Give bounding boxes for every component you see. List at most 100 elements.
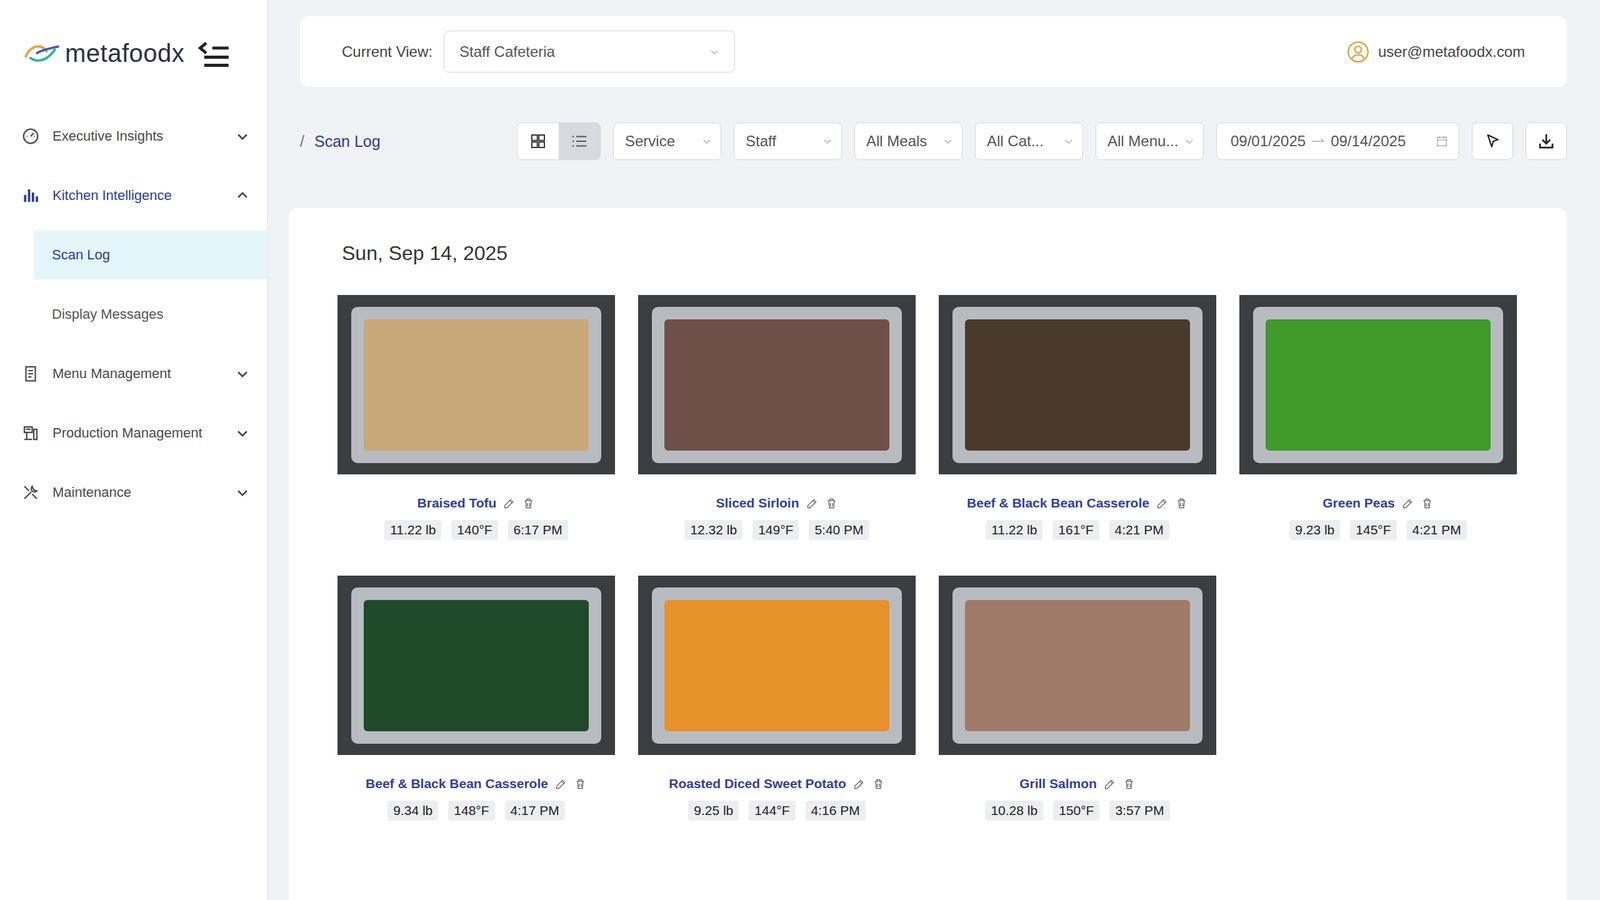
temperature-chip: 149°F bbox=[752, 520, 799, 540]
food bbox=[965, 319, 1190, 451]
trash-icon[interactable] bbox=[1175, 496, 1189, 510]
sidebar-item[interactable]: Kitchen Intelligence bbox=[0, 165, 267, 225]
sidebar-subitem[interactable]: Display Messages bbox=[33, 290, 267, 339]
gauge-icon bbox=[21, 126, 40, 146]
breadcrumb: / Scan Log bbox=[300, 132, 381, 151]
edit-icon[interactable] bbox=[1401, 496, 1415, 510]
scan-name[interactable]: Green Peas bbox=[1322, 495, 1395, 511]
edit-icon[interactable] bbox=[852, 777, 866, 791]
view-select[interactable]: Staff Cafeteria bbox=[443, 30, 735, 73]
scan-card[interactable]: Beef & Black Bean Casserole11.22 lb161°F… bbox=[938, 295, 1217, 540]
sidebar-item[interactable]: Production Management bbox=[0, 403, 267, 463]
weight-chip: 11.22 lb bbox=[384, 520, 442, 540]
main: Current View: Staff Cafeteria user@metafoo… bbox=[267, 0, 1600, 900]
scan-log-panel: Sun, Sep 14, 2025 Braised Tofu 11.22 lb 140… bbox=[288, 208, 1567, 900]
food bbox=[1265, 319, 1491, 451]
scan-name[interactable]: Roasted Diced Sweet Potato bbox=[668, 776, 847, 792]
edit-icon[interactable] bbox=[805, 496, 819, 510]
filter-select[interactable]: Service bbox=[613, 122, 722, 160]
app: metafoodxExecutive InsightsKitchen Intel… bbox=[0, 0, 1600, 900]
view-label: Current View: bbox=[341, 43, 433, 61]
scan-name[interactable]: Sliced Sirloin bbox=[715, 495, 799, 511]
scan-name[interactable]: Grill Salmon bbox=[1019, 776, 1097, 792]
sidebar-subitem[interactable]: Scan Log bbox=[33, 230, 267, 280]
scan-card[interactable]: Sliced Sirloin 12.32 lb 149°F 5:40 PM bbox=[638, 295, 916, 540]
scan-metrics: 9.34 lb148°F4:17 PM bbox=[387, 800, 565, 821]
trash-icon[interactable] bbox=[1122, 777, 1136, 791]
sidebar-subitem-label: Display Messages bbox=[51, 306, 164, 323]
scan-photo bbox=[638, 575, 916, 755]
trash-icon[interactable] bbox=[521, 496, 535, 510]
tray bbox=[651, 587, 902, 744]
temperature-chip: 140°F bbox=[451, 520, 498, 540]
scan-card[interactable]: Roasted Diced Sweet Potato9.25 lb144°F4:… bbox=[638, 575, 916, 821]
view-select-value: Staff Cafeteria bbox=[459, 43, 555, 61]
filter-select[interactable]: Staff bbox=[733, 122, 842, 160]
trash-icon[interactable] bbox=[871, 777, 885, 791]
grid-view-button[interactable] bbox=[517, 123, 559, 160]
time-chip: 4:21 PM bbox=[1109, 520, 1170, 540]
sidebar-item[interactable]: Maintenance bbox=[0, 462, 267, 522]
chevron-icon bbox=[1184, 136, 1195, 147]
date-heading: Sun, Sep 14, 2025 bbox=[341, 239, 1567, 267]
chevron-icon bbox=[235, 188, 250, 203]
scan-title-row: Roasted Diced Sweet Potato bbox=[668, 773, 885, 794]
filter-value: Service bbox=[625, 132, 675, 150]
user-email: user@metafoodx.com bbox=[1378, 43, 1525, 61]
scan-name[interactable]: Braised Tofu bbox=[417, 495, 497, 511]
list-icon bbox=[570, 131, 589, 151]
scan-metrics: 10.28 lb150°F3:57 PM bbox=[985, 800, 1170, 821]
logo-icon bbox=[22, 40, 62, 67]
scan-title-row: Green Peas bbox=[1322, 493, 1434, 514]
menu-book-icon bbox=[21, 364, 40, 384]
trash-icon[interactable] bbox=[1420, 496, 1434, 510]
sidebar-item-label: Maintenance bbox=[52, 484, 236, 501]
scan-title-row: Braised Tofu bbox=[417, 493, 536, 514]
brand: metafoodx bbox=[0, 0, 267, 107]
sidebar-subitem-row: Display Messages bbox=[0, 284, 267, 344]
sidebar-item-label: Menu Management bbox=[52, 365, 236, 382]
select-tool-button[interactable] bbox=[1471, 122, 1514, 160]
sidebar: metafoodxExecutive InsightsKitchen Intel… bbox=[0, 0, 268, 900]
collapse-icon[interactable] bbox=[198, 38, 231, 68]
chevron-icon bbox=[235, 426, 250, 440]
scan-card[interactable]: Beef & Black Bean Casserole 9.34 lb148°F4… bbox=[337, 575, 615, 821]
list-view-button[interactable] bbox=[558, 123, 600, 160]
trash-icon[interactable] bbox=[825, 496, 839, 510]
sidebar-item[interactable]: Executive Insights bbox=[0, 106, 267, 166]
scan-title-row: Sliced Sirloin bbox=[715, 493, 838, 514]
scan-name[interactable]: Beef & Black Bean Casserole bbox=[365, 776, 549, 792]
scan-name[interactable]: Beef & Black Bean Casserole bbox=[966, 495, 1150, 511]
filter-select[interactable]: All Cat... bbox=[975, 122, 1084, 160]
download-button[interactable] bbox=[1525, 122, 1567, 160]
chevron-icon bbox=[822, 136, 833, 147]
time-chip: 5:40 PM bbox=[808, 520, 869, 540]
edit-icon[interactable] bbox=[1103, 777, 1117, 791]
calendar-icon bbox=[1435, 134, 1449, 149]
edit-icon[interactable] bbox=[1155, 496, 1169, 510]
date-range-picker[interactable]: 09/01/202509/14/2025 bbox=[1216, 122, 1460, 160]
weight-chip: 9.25 lb bbox=[688, 800, 739, 821]
user-menu[interactable]: user@metafoodx.com bbox=[1346, 40, 1525, 64]
filter-select[interactable]: All Meals bbox=[854, 122, 963, 160]
view-toggle bbox=[516, 122, 601, 160]
scan-card[interactable]: Braised Tofu11.22 lb140°F6:17 PM bbox=[337, 295, 615, 540]
filter-value: All Menu... bbox=[1107, 132, 1179, 150]
filter-select[interactable]: All Menu... bbox=[1095, 122, 1204, 160]
chevron-icon bbox=[235, 366, 250, 381]
sidebar-menu: Executive InsightsKitchen IntelligenceSc… bbox=[0, 106, 267, 522]
time-chip: 4:21 PM bbox=[1406, 520, 1467, 540]
scan-metrics: 9.23 lb145°F4:21 PM bbox=[1289, 520, 1467, 540]
weight-chip: 12.32 lb bbox=[684, 520, 743, 540]
scan-card[interactable]: Grill Salmon 10.28 lb150°F3:57 PM bbox=[938, 575, 1217, 821]
trash-icon[interactable] bbox=[573, 777, 587, 791]
breadcrumb-separator: / bbox=[300, 132, 305, 151]
scan-card[interactable]: Green Peas 9.23 lb145°F4:21 PM bbox=[1239, 295, 1517, 540]
tools-icon bbox=[21, 483, 40, 502]
edit-icon[interactable] bbox=[502, 496, 516, 510]
sidebar-item[interactable]: Menu Management bbox=[0, 343, 267, 404]
breadcrumb-item[interactable]: Scan Log bbox=[314, 132, 381, 151]
temperature-chip: 161°F bbox=[1052, 520, 1099, 540]
scan-metrics: 11.22 lb161°F4:21 PM bbox=[985, 520, 1170, 540]
edit-icon[interactable] bbox=[554, 777, 568, 791]
